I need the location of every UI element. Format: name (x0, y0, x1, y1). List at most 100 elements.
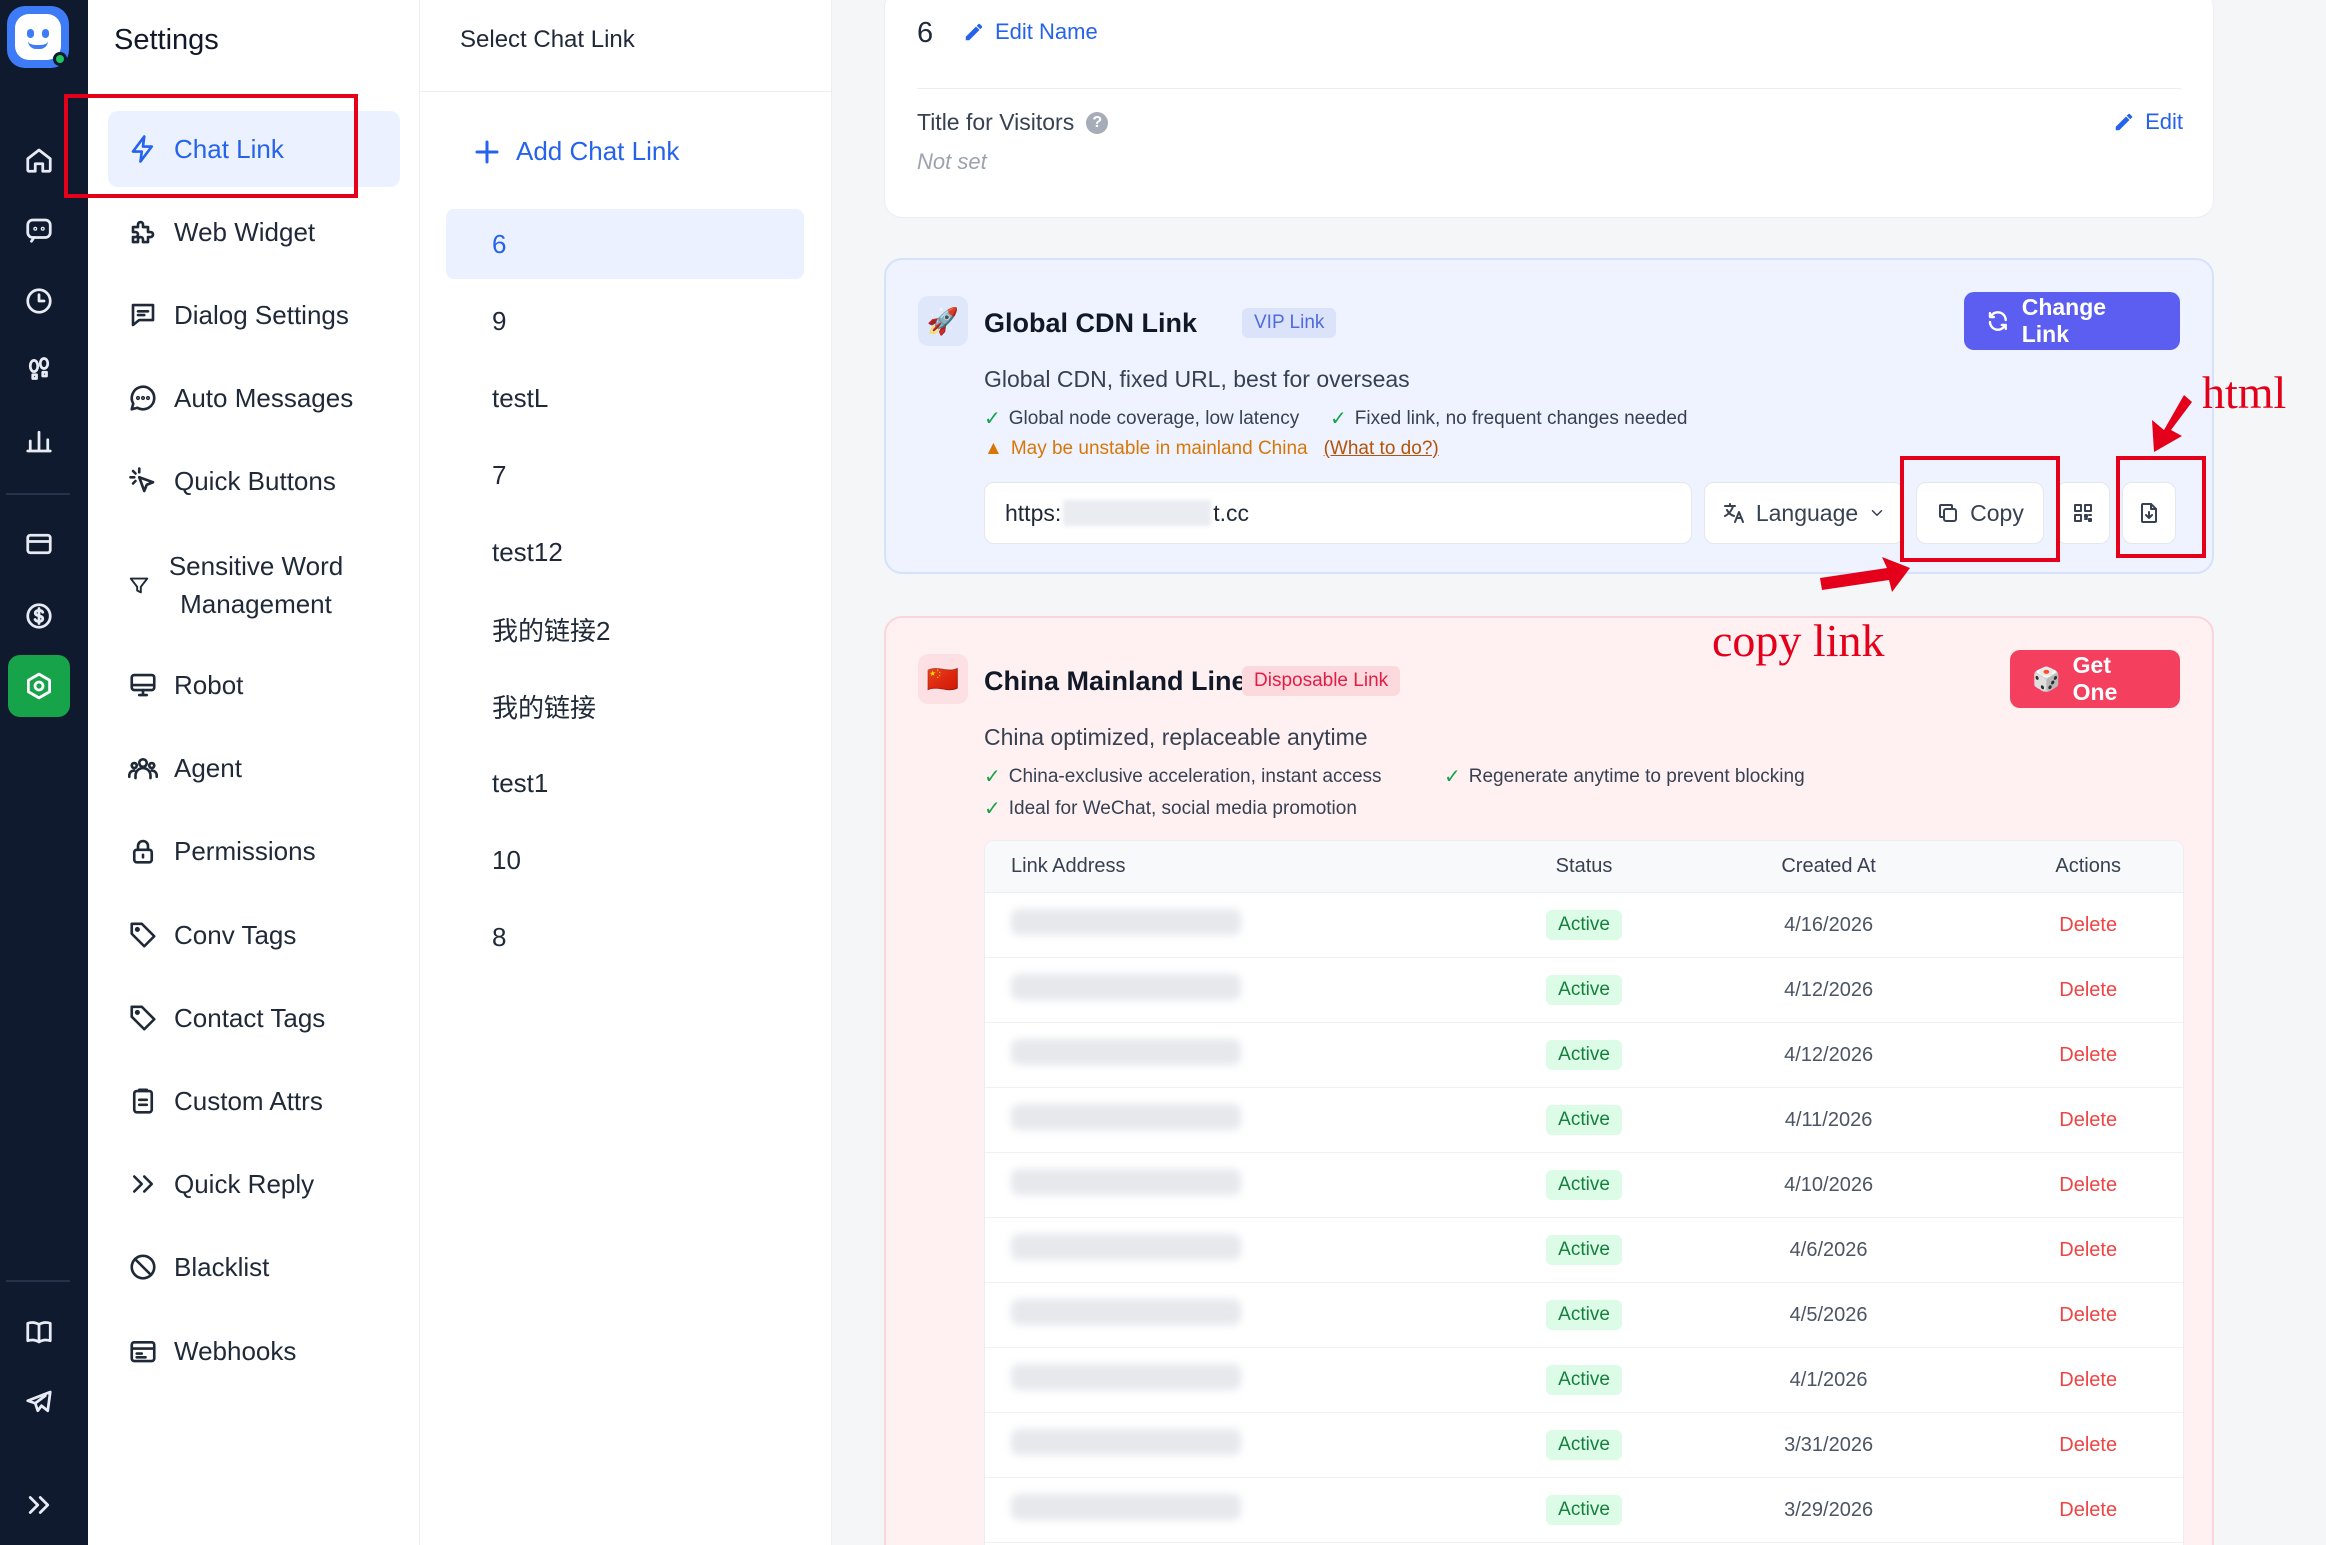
sidebar-item-custom-attrs[interactable]: Custom Attrs (108, 1063, 400, 1139)
sidebar-item-label: Permissions (174, 835, 316, 866)
status-cell: Active (1504, 975, 1664, 1005)
card-icon[interactable] (8, 513, 70, 575)
status-cell: Active (1504, 1235, 1664, 1265)
actions-cell: Delete (1993, 1109, 2183, 1132)
sidebar-item-blacklist[interactable]: Blacklist (108, 1229, 400, 1305)
link-item[interactable]: 6 (446, 209, 804, 279)
delete-link-button[interactable]: Delete (2059, 914, 2117, 936)
bar-chart-icon[interactable] (8, 410, 70, 472)
status-badge: Active (1546, 975, 1622, 1005)
chat-bubble-icon[interactable] (8, 199, 70, 261)
sidebar-item-conv-tags[interactable]: Conv Tags (108, 897, 400, 973)
sidebar-item-webhooks[interactable]: Webhooks (108, 1313, 400, 1389)
china-mainland-title: China Mainland Line (984, 666, 1247, 696)
feature-item: ✓ Ideal for WeChat, social media promoti… (984, 796, 1357, 821)
language-select[interactable]: Language (1704, 482, 1904, 544)
table-row: Active 4/10/2026 Delete (985, 1153, 2183, 1218)
what-to-do-link[interactable]: (What to do?) (1324, 438, 1439, 460)
sidebar-item-robot[interactable]: Robot (108, 647, 400, 723)
delete-link-button[interactable]: Delete (2059, 1369, 2117, 1391)
home-icon[interactable] (8, 129, 70, 191)
sidebar-item-dialog-settings[interactable]: Dialog Settings (108, 277, 400, 353)
message-circle-icon (130, 385, 156, 411)
status-cell: Active (1504, 1300, 1664, 1330)
link-address-cell (985, 1039, 1504, 1071)
delete-link-button[interactable]: Delete (2059, 979, 2117, 1001)
delete-link-button[interactable]: Delete (2059, 1044, 2117, 1066)
column-header-created-at: Created At (1781, 855, 1876, 877)
online-status-dot (53, 52, 67, 66)
link-item[interactable]: 我的链接 (446, 671, 804, 741)
delete-link-button[interactable]: Delete (2059, 1499, 2117, 1521)
feature-item: ✓ China-exclusive acceleration, instant … (984, 764, 1382, 789)
created-at-cell: 4/5/2026 (1789, 1303, 1868, 1326)
footprints-icon[interactable] (8, 340, 70, 402)
edit-name-button[interactable]: Edit Name (963, 19, 1098, 45)
sidebar-item-quick-reply[interactable]: Quick Reply (108, 1146, 400, 1222)
telegram-icon[interactable] (8, 1371, 70, 1433)
sidebar-item-permissions[interactable]: Permissions (108, 813, 400, 889)
link-item[interactable]: test12 (446, 517, 804, 587)
sidebar-item-quick-buttons[interactable]: Quick Buttons (108, 443, 400, 519)
feature-item: ✓ Fixed link, no frequent changes needed (1330, 406, 1688, 431)
delete-link-button[interactable]: Delete (2059, 1174, 2117, 1196)
link-address-cell (985, 1299, 1504, 1331)
link-item[interactable]: 10 (446, 825, 804, 895)
annotation-html: html (2202, 367, 2287, 418)
qr-code-button[interactable] (2056, 482, 2110, 544)
add-chat-link-button[interactable]: Add Chat Link (472, 136, 679, 167)
table-header: Link Address Status Created At Actions (985, 841, 2183, 893)
link-item[interactable]: 8 (446, 902, 804, 972)
link-address-redacted (1011, 1039, 1241, 1065)
ban-icon (130, 1254, 156, 1280)
link-item[interactable]: 7 (446, 440, 804, 510)
link-item[interactable]: 我的链接2 (446, 594, 804, 664)
link-name: 6 (917, 17, 934, 49)
link-item[interactable]: test1 (446, 748, 804, 818)
link-item[interactable]: testL (446, 363, 804, 433)
created-at-cell: 4/16/2026 (1784, 913, 1874, 936)
delete-link-button[interactable]: Delete (2059, 1304, 2117, 1326)
filter-icon (129, 577, 149, 594)
status-badge: Active (1546, 1105, 1622, 1135)
sidebar-item-label: Webhooks (174, 1335, 297, 1366)
history-icon[interactable] (8, 270, 70, 332)
settings-icon[interactable] (8, 655, 70, 717)
cursor-click-icon (129, 467, 155, 493)
sidebar-item-web-widget[interactable]: Web Widget (108, 194, 400, 270)
table-row: Active 3/31/2026 Delete (985, 1413, 2183, 1478)
help-icon[interactable]: ? (1086, 111, 1109, 134)
dollar-icon[interactable] (8, 585, 70, 647)
delete-link-button[interactable]: Delete (2059, 1109, 2117, 1131)
created-at-cell: 3/31/2026 (1784, 1433, 1874, 1456)
chevron-down-icon (1871, 510, 1883, 516)
check-icon: ✓ (1330, 408, 1347, 430)
status-badge: Active (1546, 1365, 1622, 1395)
sidebar-item-auto-messages[interactable]: Auto Messages (108, 360, 400, 436)
change-link-button[interactable]: Change Link (1964, 292, 2180, 350)
status-cell: Active (1504, 1040, 1664, 1070)
title-for-visitors-text: Title for Visitors (917, 109, 1075, 135)
tag-icon (130, 922, 156, 948)
edit-title-label: Edit (2145, 109, 2183, 134)
book-icon[interactable] (8, 1301, 70, 1363)
delete-link-button[interactable]: Delete (2059, 1434, 2117, 1456)
disposable-link-badge: Disposable Link (1242, 666, 1401, 696)
sidebar-item-sensitive-word[interactable]: Sensitive Word Management (108, 540, 400, 630)
actions-cell: Delete (1993, 1044, 2183, 1067)
get-one-button[interactable]: 🎲 Get One (2010, 650, 2180, 708)
link-address-redacted (1011, 1429, 1241, 1455)
link-item[interactable]: 9 (446, 286, 804, 356)
app-logo-icon[interactable] (7, 6, 69, 68)
table-row: Active 3/29/2026 Delete (985, 1478, 2183, 1543)
created-at-cell: 4/12/2026 (1784, 978, 1874, 1001)
warning-item: ▲ May be unstable in mainland China (Wha… (984, 438, 1439, 460)
sidebar-item-agent[interactable]: Agent (108, 730, 400, 806)
sidebar-item-label: Conv Tags (174, 919, 297, 950)
delete-link-button[interactable]: Delete (2059, 1239, 2117, 1261)
sidebar-item-contact-tags[interactable]: Contact Tags (108, 980, 400, 1056)
cdn-url-field[interactable]: https: t.cc (984, 482, 1692, 544)
refresh-icon (1988, 311, 2007, 331)
expand-icon[interactable] (8, 1474, 70, 1536)
edit-title-button[interactable]: Edit (2113, 109, 2183, 135)
